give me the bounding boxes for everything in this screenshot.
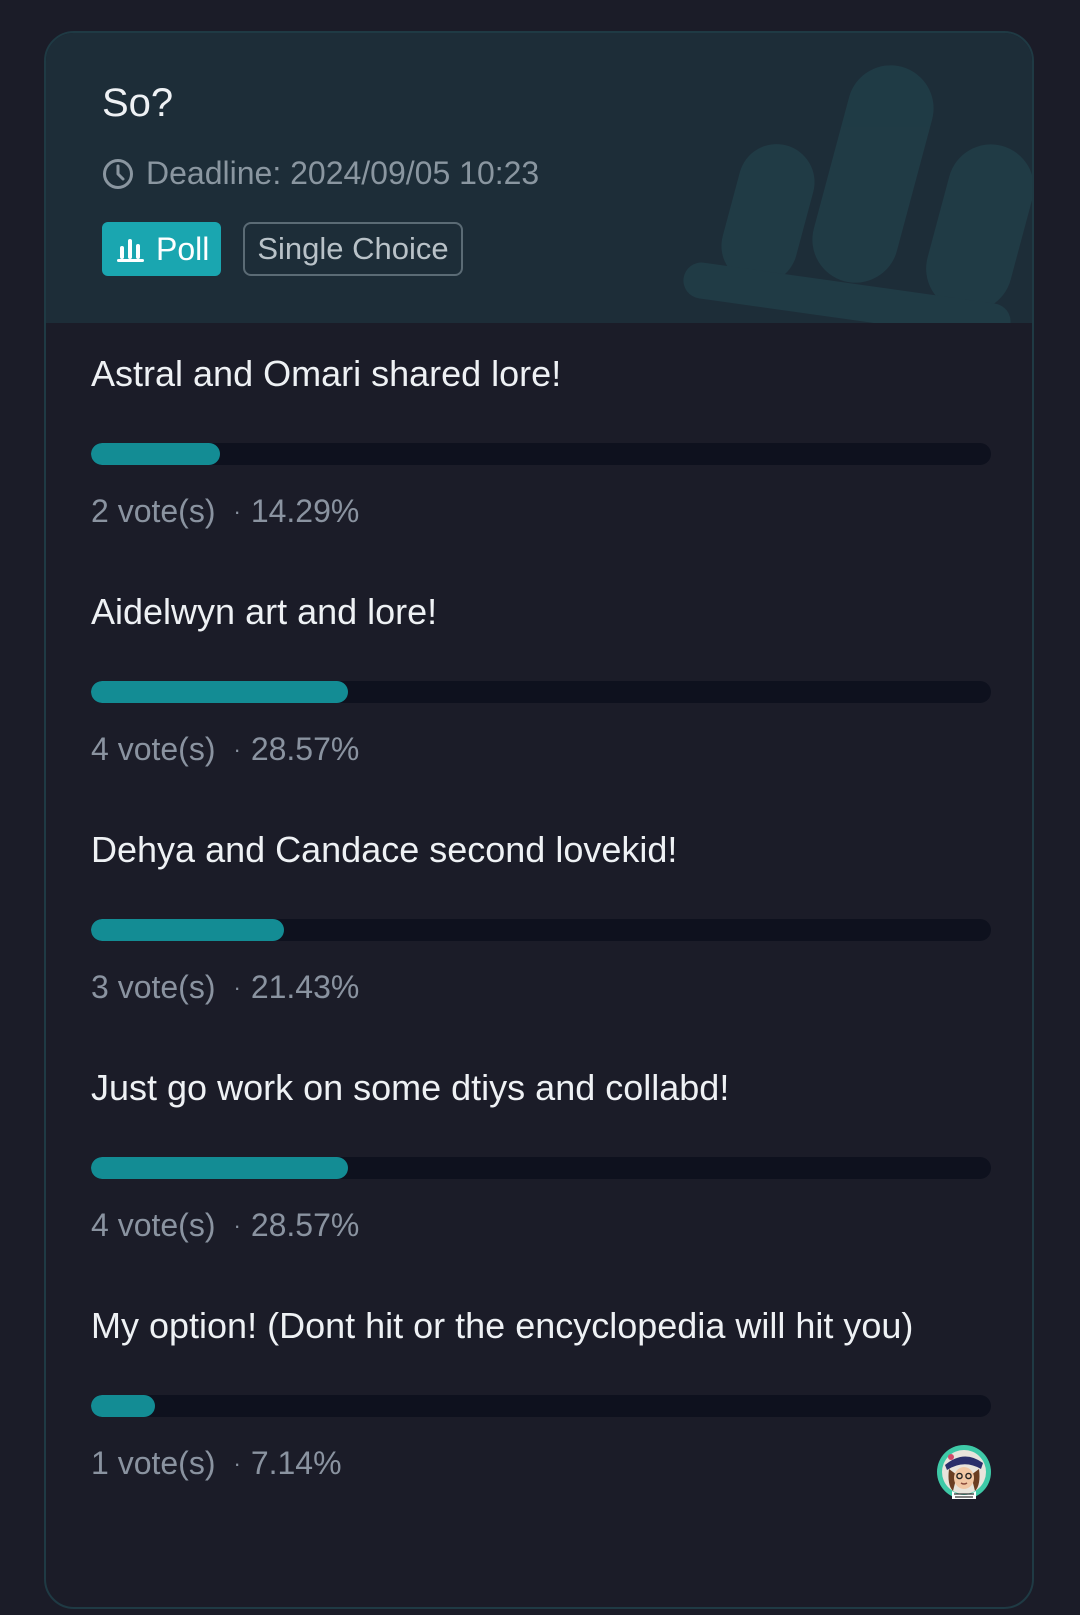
deadline-text: Deadline: 2024/09/05 10:23	[146, 155, 540, 191]
vote-count: 1 vote(s)	[91, 1445, 216, 1481]
poll-card: So? Deadline: 2024/09/05 10:23 Poll Sing…	[44, 31, 1034, 1609]
result-bar-fill	[91, 919, 284, 941]
separator-dot: ·	[233, 736, 241, 762]
separator-dot: ·	[233, 1212, 241, 1238]
voter-avatar[interactable]	[937, 1445, 991, 1499]
poll-type-badge: Poll	[102, 222, 222, 276]
result-bar-fill	[91, 1157, 349, 1179]
result-bar	[91, 681, 991, 703]
vote-percent: 7.14%	[250, 1445, 342, 1481]
poll-deadline: Deadline: 2024/09/05 10:23	[102, 155, 539, 192]
result-bar-fill	[91, 443, 220, 465]
bar-chart-icon	[117, 239, 144, 262]
poll-option[interactable]: Dehya and Candace second lovekid! 3 vote…	[91, 829, 991, 1029]
option-label: Dehya and Candace second lovekid!	[91, 829, 678, 870]
result-bar	[91, 1395, 991, 1417]
separator-dot: ·	[233, 1450, 241, 1476]
option-stats: 4 vote(s) · 28.57%	[91, 731, 359, 768]
poll-type-label: Poll	[156, 230, 210, 267]
option-label: My option! (Dont hit or the encyclopedia…	[91, 1305, 914, 1346]
result-bar-fill	[91, 1395, 156, 1417]
poll-option[interactable]: Astral and Omari shared lore! 2 vote(s) …	[91, 353, 991, 553]
separator-dot: ·	[233, 974, 241, 1000]
option-stats: 4 vote(s) · 28.57%	[91, 1207, 359, 1244]
vote-percent: 28.57%	[250, 1207, 360, 1243]
choice-mode-badge: Single Choice	[243, 222, 463, 276]
vote-percent: 21.43%	[250, 969, 360, 1005]
result-bar	[91, 443, 991, 465]
option-stats: 2 vote(s) · 14.29%	[91, 493, 359, 530]
vote-count: 3 vote(s)	[91, 969, 216, 1005]
result-bar	[91, 919, 991, 941]
poll-option[interactable]: Aidelwyn art and lore! 4 vote(s) · 28.57…	[91, 591, 991, 791]
vote-count: 4 vote(s)	[91, 731, 216, 767]
option-label: Aidelwyn art and lore!	[91, 591, 438, 632]
option-label: Just go work on some dtiys and collabd!	[91, 1067, 730, 1108]
vote-count: 4 vote(s)	[91, 1207, 216, 1243]
poll-tags: Poll Single Choice	[102, 222, 463, 276]
option-stats: 3 vote(s) · 21.43%	[91, 969, 359, 1006]
vote-count: 2 vote(s)	[91, 493, 216, 529]
poll-header: So? Deadline: 2024/09/05 10:23 Poll Sing…	[46, 33, 1032, 323]
poll-option[interactable]: Just go work on some dtiys and collabd! …	[91, 1067, 991, 1267]
poll-title: So?	[102, 81, 174, 125]
option-stats: 1 vote(s) · 7.14%	[91, 1445, 342, 1482]
poll-option[interactable]: My option! (Dont hit or the encyclopedia…	[91, 1305, 991, 1505]
vote-percent: 28.57%	[250, 731, 360, 767]
result-bar-fill	[91, 681, 349, 703]
bar-chart-watermark-icon	[683, 65, 1032, 323]
clock-icon	[103, 158, 133, 189]
separator-dot: ·	[233, 498, 241, 524]
result-bar	[91, 1157, 991, 1179]
vote-percent: 14.29%	[250, 493, 360, 529]
option-label: Astral and Omari shared lore!	[91, 353, 562, 394]
